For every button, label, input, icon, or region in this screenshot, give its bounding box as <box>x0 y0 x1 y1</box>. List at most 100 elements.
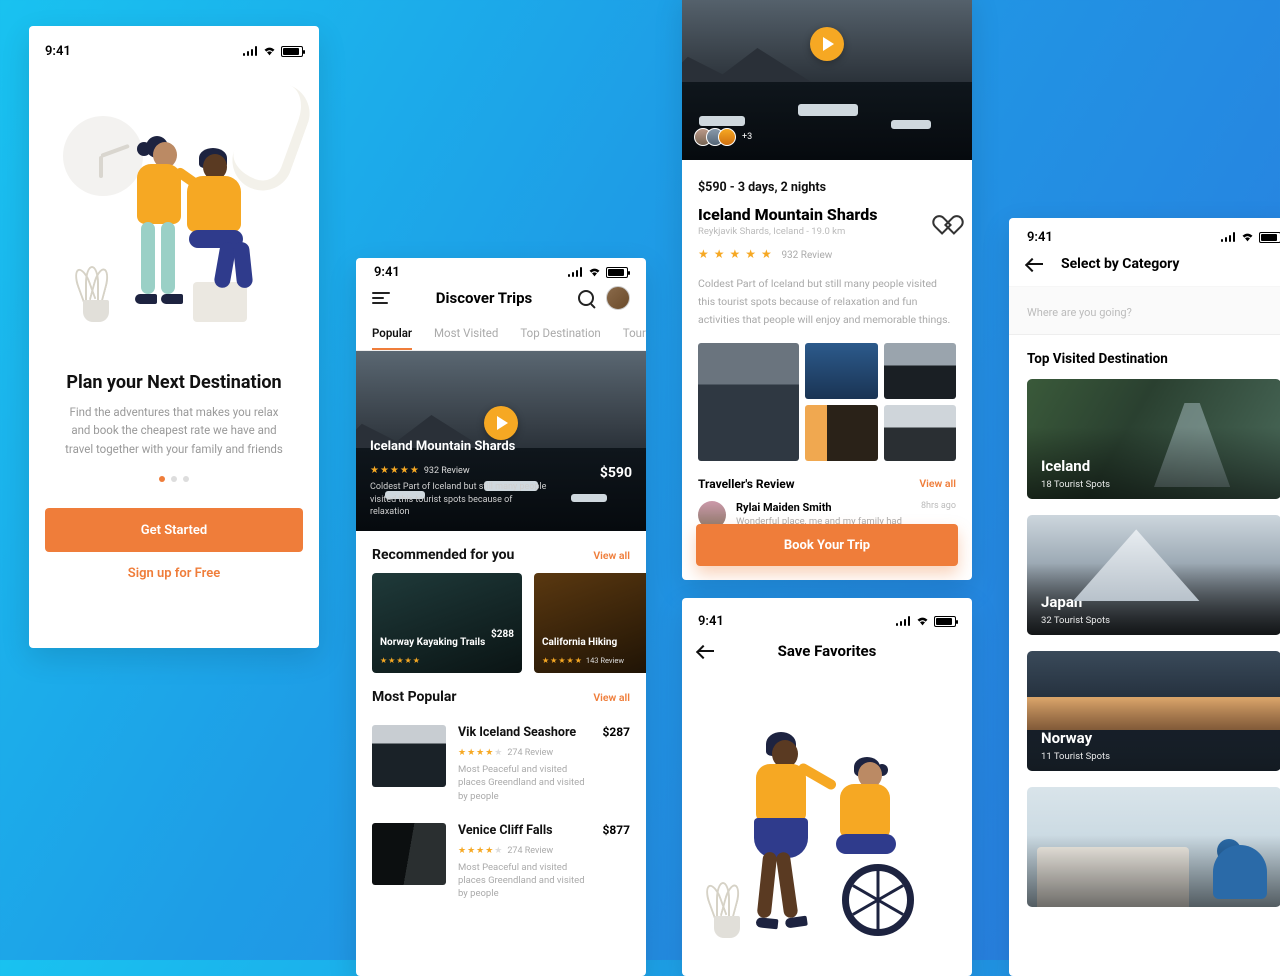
avatar[interactable] <box>718 128 736 146</box>
onboarding-subtitle: Find the adventures that makes you relax… <box>45 393 303 458</box>
destination-spots: 11 Tourist Spots <box>1041 751 1110 762</box>
destination-card[interactable]: Norway 11 Tourist Spots <box>1027 651 1280 771</box>
play-icon[interactable] <box>484 406 518 440</box>
gallery-thumb[interactable] <box>698 343 799 461</box>
hero-reviews: 932 Review <box>424 466 470 476</box>
trip-description: Coldest Part of Iceland but still many p… <box>698 275 956 329</box>
thumbnail <box>372 725 446 787</box>
page-title: Select by Category <box>1061 256 1179 272</box>
destination-card[interactable] <box>1027 787 1280 907</box>
wifi-icon <box>262 45 277 57</box>
page-title: Discover Trips <box>436 289 532 307</box>
back-icon[interactable] <box>698 645 718 657</box>
signal-icon <box>896 616 911 626</box>
list-item[interactable]: Venice Cliff Falls ★★★★★274 Review Most … <box>372 813 630 911</box>
wifi-icon <box>915 615 930 627</box>
signup-link[interactable]: Sign up for Free <box>45 566 303 581</box>
onboarding-illustration <box>45 72 303 362</box>
trip-reviews: 932 Review <box>781 250 832 261</box>
popular-title: Most Popular <box>372 689 456 705</box>
destination-spots: 32 Tourist Spots <box>1041 615 1110 626</box>
tab-most-visited[interactable]: Most Visited <box>434 326 498 350</box>
avatar-more[interactable]: +3 <box>742 132 752 142</box>
dot-2[interactable] <box>171 476 177 482</box>
destination-name: Japan <box>1041 593 1082 611</box>
card-norway[interactable]: $288 Norway Kayaking Trails ★★★★★ <box>372 573 522 673</box>
destination-name: Iceland <box>1041 457 1090 475</box>
status-indicators <box>243 45 303 57</box>
tab-top-destination[interactable]: Top Destination <box>520 326 600 350</box>
destination-card[interactable]: Iceland 18 Tourist Spots <box>1027 379 1280 499</box>
destination-spots: 18 Tourist Spots <box>1041 479 1110 490</box>
search-input[interactable]: Where are you going? <box>1009 286 1280 335</box>
thumbnail <box>372 823 446 885</box>
nav-bar: Discover Trips <box>356 278 646 320</box>
book-button[interactable]: Book Your Trip <box>696 524 958 566</box>
star-icon: ★★★★★ <box>458 846 503 856</box>
status-bar: 9:41 <box>1009 232 1280 250</box>
onboarding-title: Plan your Next Destination <box>45 372 303 393</box>
item-reviews: 274 Review <box>507 846 553 856</box>
list-item[interactable]: Vik Iceland Seashore ★★★★★274 Review Mos… <box>372 715 630 813</box>
recommended-title: Recommended for you <box>372 547 514 563</box>
wifi-icon <box>587 266 602 278</box>
card-california[interactable]: California Hiking ★★★★★143 Review <box>534 573 646 673</box>
tab-popular[interactable]: Popular <box>372 326 412 350</box>
hero-title: Iceland Mountain Shards <box>370 439 632 454</box>
hero-price: $590 <box>600 465 632 481</box>
hero-desc: Coldest Part of Iceland but still many p… <box>370 481 550 519</box>
heart-icon[interactable] <box>938 207 956 223</box>
avatar[interactable] <box>606 286 630 310</box>
status-indicators <box>568 266 628 278</box>
view-all-link[interactable]: View all <box>919 477 956 490</box>
category-screen: 9:41 Select by Category Where are you go… <box>1009 218 1280 976</box>
page-title: Save Favorites <box>698 642 956 660</box>
favorites-screen: 9:41 Save Favorites <box>682 598 972 976</box>
gallery-thumb[interactable] <box>805 405 877 461</box>
reviews-title: Traveller's Review <box>698 477 795 491</box>
status-time: 9:41 <box>45 44 71 59</box>
play-icon[interactable] <box>810 27 844 61</box>
hero-card[interactable]: Iceland Mountain Shards ★★★★★932 Review … <box>356 351 646 531</box>
item-desc: Most Peaceful and visited places Greendl… <box>458 763 590 803</box>
destination-list: Iceland 18 Tourist Spots Japan 32 Touris… <box>1009 379 1280 907</box>
page-dots[interactable] <box>45 476 303 482</box>
gallery-thumb[interactable] <box>805 343 877 399</box>
back-icon[interactable] <box>1027 258 1047 270</box>
gallery <box>698 343 956 461</box>
destination-card[interactable]: Japan 32 Tourist Spots <box>1027 515 1280 635</box>
signal-icon <box>568 267 583 277</box>
section-title: Top Visited Destination <box>1009 351 1280 379</box>
search-placeholder: Where are you going? <box>1027 306 1132 319</box>
star-icon: ★★★★★ <box>458 748 503 758</box>
dot-3[interactable] <box>183 476 189 482</box>
status-time: 9:41 <box>1027 230 1053 245</box>
view-all-link[interactable]: View all <box>593 549 630 562</box>
star-icon: ★ ★ ★ ★ ★ <box>698 247 773 261</box>
onboarding-screen: 9:41 Plan your Next Destination Find the… <box>29 26 319 648</box>
detail-screen: +3 $590 - 3 days, 2 nights Iceland Mount… <box>682 0 972 580</box>
destination-name: Norway <box>1041 729 1092 747</box>
gallery-thumb[interactable] <box>884 405 956 461</box>
search-icon[interactable] <box>578 290 594 306</box>
item-title: Venice Cliff Falls <box>458 823 590 838</box>
signal-icon <box>1221 232 1236 242</box>
favorites-illustration <box>698 676 956 946</box>
tab-tourist-spots[interactable]: Tourist Spots <box>623 326 646 350</box>
item-price: $287 <box>602 725 630 739</box>
get-started-button[interactable]: Get Started <box>45 508 303 552</box>
recommended-cards: $288 Norway Kayaking Trails ★★★★★ Califo… <box>356 573 646 673</box>
trip-location: Reykjavik Shards, Iceland - 19.0 km <box>698 226 877 237</box>
card-title: Norway Kayaking Trails <box>380 637 514 648</box>
avatar-row[interactable]: +3 <box>694 128 752 146</box>
item-price: $877 <box>602 823 630 837</box>
item-reviews: 274 Review <box>507 748 553 758</box>
dot-1[interactable] <box>159 476 165 482</box>
card-title: California Hiking <box>542 637 646 648</box>
status-indicators <box>896 615 956 627</box>
reviewer-name: Rylai Maiden Smith <box>736 501 902 514</box>
status-bar: 9:41 <box>45 42 303 60</box>
gallery-thumb[interactable] <box>884 343 956 399</box>
view-all-link[interactable]: View all <box>593 691 630 704</box>
menu-icon[interactable] <box>372 292 390 304</box>
